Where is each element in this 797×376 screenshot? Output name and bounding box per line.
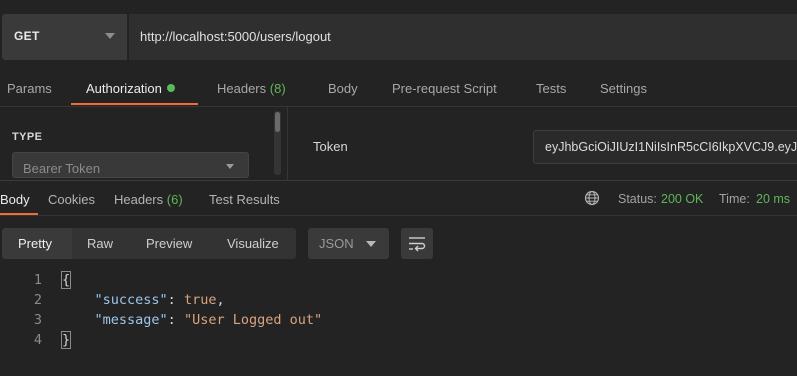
json-value: "User Logged out" [183,312,323,328]
json-key: "success" [94,292,168,308]
tab-settings[interactable]: Settings [600,81,647,96]
format-toggle-group: Pretty Raw Preview Visualize [2,228,296,259]
scrollbar-thumb[interactable] [275,112,280,132]
tab-response-headers-label: Headers [114,192,164,207]
tab-headers-label: Headers [217,81,267,96]
status-label: Status: [618,192,657,206]
tab-response-body[interactable]: Body [0,192,30,207]
visualize-button[interactable]: Visualize [227,236,279,251]
tab-headers[interactable]: Headers (8) [217,81,286,96]
json-key: "message" [94,312,168,328]
url-input[interactable]: http://localhost:5000/users/logout [129,14,797,60]
status-value[interactable]: 200 OK [661,192,703,206]
tab-headers-count: (8) [269,81,286,96]
tab-response-headers-count: (6) [166,192,183,207]
tab-authorization-label: Authorization [86,81,162,96]
format-select[interactable]: JSON [308,228,389,259]
tab-pre-request-script[interactable]: Pre-request Script [392,81,497,96]
tab-response-headers[interactable]: Headers (6) [114,192,183,207]
json-colon: : [167,312,184,328]
tab-test-results[interactable]: Test Results [209,192,280,207]
time-label: Time: [719,192,750,206]
tab-cookies[interactable]: Cookies [48,192,95,207]
auth-type-select[interactable]: Bearer Token [12,152,249,178]
line-number: 4 [33,332,42,348]
tab-body[interactable]: Body [328,81,358,96]
close-brace: } [60,331,72,349]
tab-params[interactable]: Params [7,81,52,96]
token-value: eyJhbGciOiJIUzI1NiIsInR5cCI6IkpXVCJ9.eyJ [545,140,797,154]
code-line: "message": "User Logged out" [62,312,323,328]
open-brace: { [60,271,72,289]
globe-icon[interactable] [584,190,600,206]
pretty-button[interactable]: Pretty [18,236,52,251]
time-value[interactable]: 20 ms [756,192,790,206]
chevron-down-icon [105,33,115,39]
chevron-down-icon [366,241,376,247]
tab-authorization[interactable]: Authorization [86,81,175,96]
chevron-down-icon [226,164,234,169]
method-label: GET [14,29,40,43]
format-select-value: JSON [319,236,354,251]
line-number: 2 [33,292,42,308]
type-heading: TYPE [12,131,43,143]
method-select[interactable]: GET [2,14,127,60]
status-dot-icon [166,84,175,92]
active-tab-indicator [0,213,38,215]
code-line: { [60,271,72,289]
wrap-lines-button[interactable] [401,228,433,259]
line-number: 3 [33,312,42,328]
active-tab-indicator [71,103,198,105]
request-tabs: Params Authorization Headers (8) Body Pr… [0,72,797,107]
json-comma: , [216,292,225,308]
preview-button[interactable]: Preview [146,236,192,251]
line-number: 1 [33,272,42,288]
raw-button[interactable]: Raw [87,236,113,251]
tab-tests[interactable]: Tests [536,81,566,96]
json-colon: : [167,292,184,308]
url-text: http://localhost:5000/users/logout [140,29,331,44]
auth-type-value: Bearer Token [23,161,101,176]
url-bar: GET http://localhost:5000/users/logout [0,14,797,60]
response-tabs: Body Cookies Headers (6) Test Results St… [0,181,797,216]
wrap-lines-icon [409,237,426,252]
token-label: Token [313,139,348,154]
json-value: true [183,292,217,308]
code-line: "success": true, [62,292,225,308]
panel-divider [287,107,288,180]
auth-type-panel: TYPE Bearer Token [0,107,284,180]
code-line: } [60,331,72,349]
token-input[interactable]: eyJhbGciOiJIUzI1NiIsInR5cCI6IkpXVCJ9.eyJ [533,130,797,164]
